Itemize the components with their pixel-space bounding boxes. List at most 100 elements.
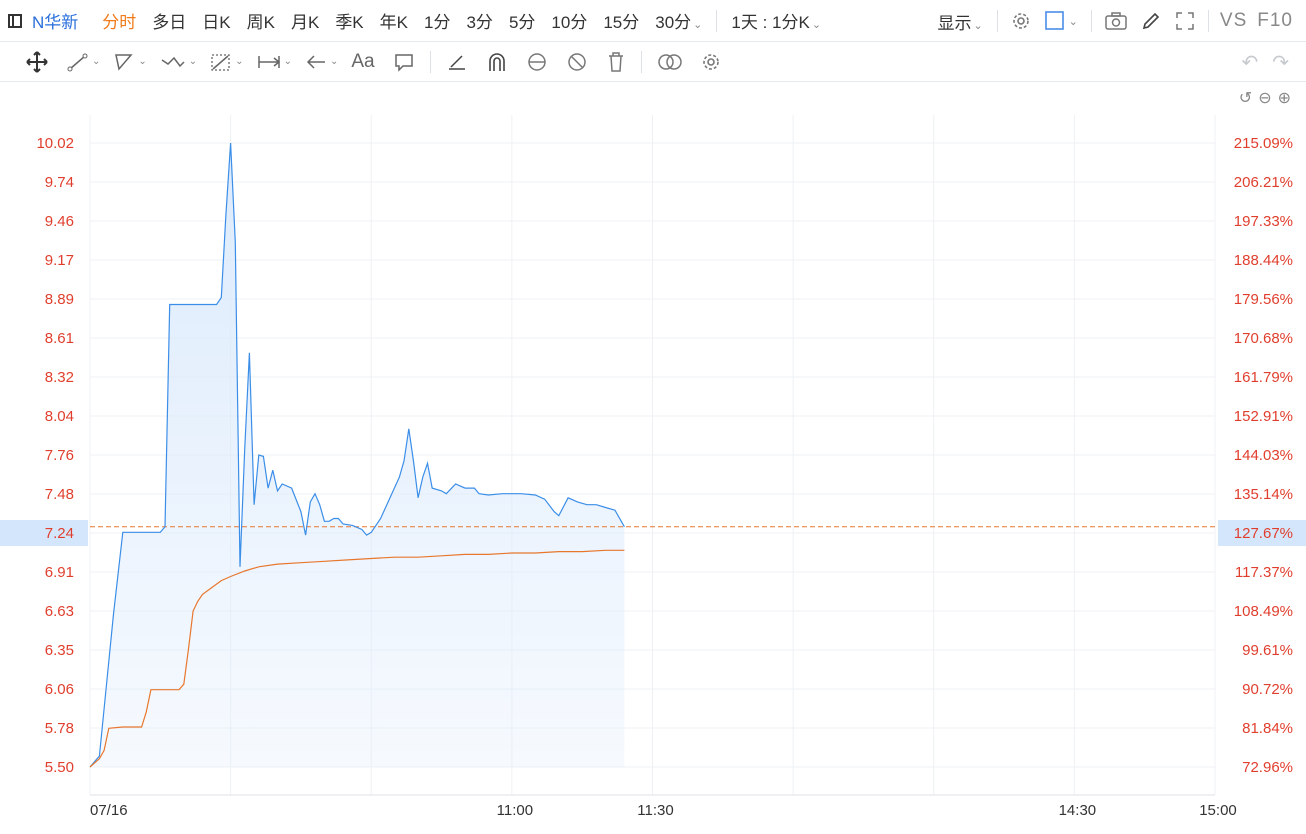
divider [429,50,431,73]
y-right-tick: 161.79% [1234,369,1293,386]
pencil-icon[interactable] [1134,11,1168,31]
fullscreen-icon[interactable] [1168,11,1202,31]
divider [716,9,718,32]
range-label: 1天 : 1分K [731,13,810,32]
y-right-tick: 135.14% [1234,486,1293,503]
trash-icon[interactable] [597,51,635,73]
tab-period-3[interactable]: 周K [239,8,283,33]
tab-period-11[interactable]: 15分 [595,8,647,33]
chevron-down-icon: ⌄ [283,56,292,67]
y-left-tick: 5.78 [45,720,74,737]
y-left-axis: 10.02 9.74 9.46 9.17 8.89 8.61 8.32 8.04 7.76 7.4… [0,135,88,776]
y-right-tick: 206.21% [1234,174,1293,191]
y-right-tick: 108.49% [1234,603,1293,620]
tab-period-12[interactable]: 30分 ⌄ [647,8,710,33]
tab-period-4[interactable]: 月K [283,8,327,33]
y-right-tick: 170.68% [1234,330,1293,347]
y-left-tick: 6.63 [45,603,74,620]
tab-period-2[interactable]: 日K [194,8,238,33]
ruler-icon[interactable] [437,52,477,72]
divider [640,50,642,73]
divider [1207,10,1209,32]
magnet-icon[interactable] [477,51,517,73]
y-right-tick: 144.03% [1234,447,1293,464]
sidebar-toggle-icon[interactable] [8,13,22,28]
drawing-settings-gear-icon[interactable] [692,52,730,72]
lock-drawing-icon[interactable] [517,51,557,73]
chevron-down-icon: ⌄ [693,19,703,31]
divider [1090,10,1092,32]
y-left-tick: 8.61 [45,330,74,347]
y-left-tick: 7.48 [45,486,74,503]
text-tool-icon[interactable]: Aa [342,51,383,73]
x-tick: 07/16 [90,802,128,819]
y-right-tick: 117.37% [1235,564,1293,581]
chevron-down-icon: ⌄ [1068,15,1078,28]
y-right-tick: 72.96% [1242,759,1293,776]
divider [996,10,998,32]
tab-period-5[interactable]: 季K [327,8,371,33]
comment-icon[interactable] [384,52,424,72]
tab-period-12-label: 30分 [655,13,692,32]
tab-period-1[interactable]: 多日 [144,8,194,33]
tab-period-8[interactable]: 3分 [458,8,500,33]
range-selector[interactable]: 1天 : 1分K ⌄ [723,8,829,33]
y-left-tick: 5.50 [45,759,74,776]
display-label: 显示 [937,13,972,33]
y-left-tick: 9.74 [45,174,74,191]
toolbar-right: 显示 ⌄ ⌄ VS F10 [929,0,1298,42]
y-right-tick: 90.72% [1242,681,1293,698]
x-tick: 15:00 [1199,802,1237,819]
chevron-down-icon: ⌄ [329,56,339,67]
undo-redo: ↶ ↷ [1234,42,1296,82]
y-left-tick: 6.35 [45,642,74,659]
chevron-down-icon: ⌄ [138,56,147,67]
x-tick: 14:30 [1059,802,1097,819]
f10-button[interactable]: F10 [1252,10,1298,32]
x-tick: 11:30 [637,802,673,819]
undo-icon[interactable]: ↶ [1234,50,1265,75]
gear-icon[interactable] [1004,11,1038,31]
y-right-tick: 99.61% [1242,642,1293,659]
y-left-tick: 8.04 [45,408,74,425]
layout-square-icon[interactable]: ⌄ [1038,11,1085,31]
stock-symbol[interactable]: N华新 [32,8,78,33]
redo-icon[interactable]: ↷ [1265,50,1296,75]
y-left-tick: 9.46 [45,213,74,230]
chevron-down-icon: ⌄ [188,56,198,67]
tab-period-7[interactable]: 1分 [416,8,458,33]
compare-icon[interactable] [648,52,692,72]
intraday-chart[interactable]: 10.02 9.74 9.46 9.17 8.89 8.61 8.32 8.04 7.76 7.4… [0,82,1306,834]
x-tick: 11:00 [497,802,533,819]
y-left-tick: 7.24 [45,525,74,542]
hide-drawing-icon[interactable] [557,51,597,73]
chevron-down-icon: ⌄ [973,19,983,32]
drawing-toolbar: ⌄ ⌄ ⌄ ⌄ ⌄ ⌄ Aa [0,42,1306,82]
tab-period-9[interactable]: 5分 [501,8,543,33]
y-right-tick: 197.33% [1234,213,1293,230]
y-left-tick: 7.76 [45,447,74,464]
chevron-down-icon: ⌄ [92,56,101,67]
chevron-down-icon: ⌄ [811,19,822,31]
y-left-tick: 10.02 [36,135,74,152]
vs-button[interactable]: VS [1215,10,1252,32]
tab-period-0[interactable]: 分时 [94,8,144,33]
y-right-tick: 188.44% [1234,252,1293,269]
y-left-tick: 6.91 [45,564,74,581]
tab-period-10[interactable]: 10分 [543,8,595,33]
y-right-tick: 127.67% [1234,525,1293,542]
y-right-tick: 215.09% [1234,135,1293,152]
x-axis: 07/16 11:00 11:30 14:30 15:00 [90,802,1237,819]
y-left-tick: 9.17 [45,252,74,269]
period-toolbar: N华新 分时 多日 日K 周K 月K 季K 年K 1分 3分 5分 10分 15… [0,0,1306,42]
camera-icon[interactable] [1098,12,1134,30]
y-right-tick: 179.56% [1234,291,1293,308]
y-left-tick: 8.32 [45,369,74,386]
move-cross-icon[interactable] [16,50,58,74]
tab-period-6[interactable]: 年K [372,8,416,33]
display-menu[interactable]: 显示 ⌄ [929,9,990,34]
chevron-down-icon: ⌄ [235,56,244,67]
y-left-tick: 6.06 [45,681,74,698]
y-left-tick: 8.89 [45,291,74,308]
y-right-axis: 215.09% 206.21% 197.33% 188.44% 179.56% 170.6… [1218,135,1306,776]
